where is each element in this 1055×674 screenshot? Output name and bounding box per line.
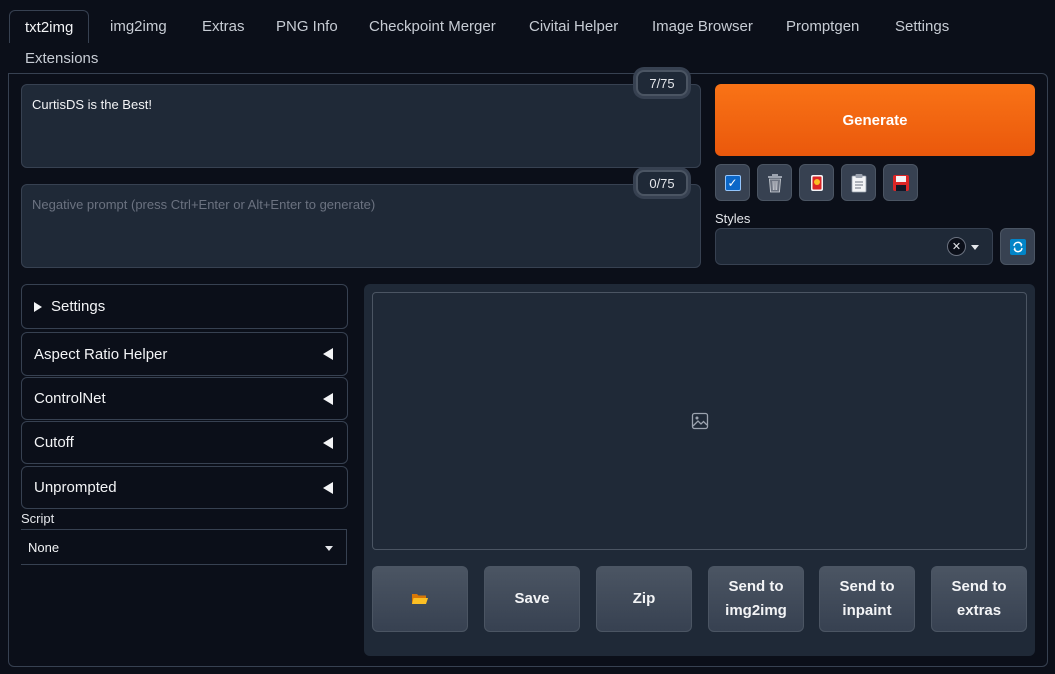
image-placeholder-icon bbox=[691, 412, 708, 430]
open-folder-button[interactable] bbox=[372, 566, 468, 632]
send-to-img2img-button[interactable]: Send to img2img bbox=[708, 566, 804, 632]
settings-accordion[interactable]: Settings bbox=[21, 284, 348, 329]
extra-networks-button[interactable] bbox=[799, 164, 834, 201]
tab-img2img[interactable]: img2img bbox=[110, 10, 167, 42]
red-card-icon bbox=[810, 174, 823, 191]
tab-settings[interactable]: Settings bbox=[895, 10, 949, 42]
send-to-extras-button[interactable]: Send to extras bbox=[931, 566, 1027, 632]
negative-prompt-input[interactable] bbox=[22, 185, 700, 267]
folder-icon bbox=[412, 594, 428, 604]
negative-prompt-token-counter: 0/75 bbox=[636, 170, 688, 196]
script-label: Script bbox=[21, 511, 55, 526]
aspect-ratio-helper-accordion[interactable]: Aspect Ratio Helper bbox=[21, 332, 348, 376]
chevron-down-icon bbox=[325, 546, 333, 551]
refresh-styles-button[interactable] bbox=[1000, 228, 1035, 265]
tab-civitai-helper[interactable]: Civitai Helper bbox=[529, 10, 618, 42]
floppy-disk-icon bbox=[892, 174, 909, 191]
image-gallery[interactable] bbox=[372, 292, 1027, 550]
prompt-box bbox=[21, 84, 701, 168]
script-dropdown[interactable]: None bbox=[21, 529, 347, 565]
zip-button[interactable]: Zip bbox=[596, 566, 692, 632]
chevron-down-icon[interactable] bbox=[971, 245, 979, 250]
refresh-icon bbox=[1009, 238, 1026, 255]
clear-prompt-button[interactable] bbox=[757, 164, 792, 201]
collapse-triangle-icon bbox=[323, 481, 333, 494]
expand-triangle-icon bbox=[34, 301, 42, 312]
checkbox-icon: ✓ bbox=[724, 174, 741, 191]
accordion-label: Aspect Ratio Helper bbox=[34, 345, 168, 363]
collapse-triangle-icon bbox=[323, 348, 333, 360]
clear-styles-icon[interactable]: ✕ bbox=[947, 237, 966, 256]
prompt-input[interactable] bbox=[22, 85, 700, 167]
tab-extras[interactable]: Extras bbox=[202, 10, 245, 42]
prompt-token-counter: 7/75 bbox=[636, 70, 688, 96]
tab-image-browser[interactable]: Image Browser bbox=[652, 10, 753, 42]
accordion-label: Unprompted bbox=[34, 479, 117, 496]
clipboard-icon bbox=[851, 173, 866, 192]
unprompted-accordion[interactable]: Unprompted bbox=[21, 466, 348, 509]
script-selected-value: None bbox=[28, 539, 60, 555]
collapse-triangle-icon bbox=[323, 436, 333, 449]
styles-label: Styles bbox=[715, 211, 751, 226]
accordion-label: Cutoff bbox=[34, 434, 74, 451]
styles-dropdown[interactable]: ✕ bbox=[715, 228, 993, 265]
accordion-label: ControlNet bbox=[34, 390, 106, 407]
tab-extensions[interactable]: Extensions bbox=[25, 42, 98, 74]
controlnet-accordion[interactable]: ControlNet bbox=[21, 377, 348, 420]
tab-promptgen[interactable]: Promptgen bbox=[786, 10, 859, 42]
tab-checkpoint-merger[interactable]: Checkpoint Merger bbox=[369, 10, 496, 42]
collapse-triangle-icon bbox=[323, 392, 333, 405]
apply-style-button[interactable]: ✓ bbox=[715, 164, 750, 201]
generate-button[interactable]: Generate bbox=[715, 84, 1035, 156]
tab-png-info[interactable]: PNG Info bbox=[276, 10, 338, 42]
tab-txt2img[interactable]: txt2img bbox=[9, 10, 90, 43]
trash-icon bbox=[767, 173, 782, 192]
save-button[interactable]: Save bbox=[484, 566, 580, 632]
paste-button[interactable] bbox=[841, 164, 876, 201]
send-to-inpaint-button[interactable]: Send to inpaint bbox=[819, 566, 915, 632]
save-style-button[interactable] bbox=[883, 164, 918, 201]
cutoff-accordion[interactable]: Cutoff bbox=[21, 421, 348, 464]
accordion-label: Settings bbox=[51, 298, 106, 315]
negative-prompt-box bbox=[21, 184, 701, 268]
